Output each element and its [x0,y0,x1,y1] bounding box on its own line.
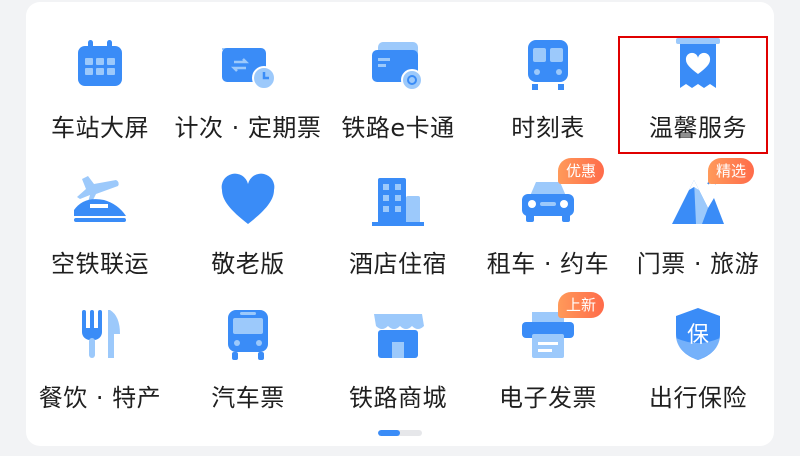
service-heart-bookmark[interactable]: 温馨服务 [624,2,772,142]
heart-bookmark-icon [666,34,730,94]
service-hotel-building[interactable]: 酒店住宿 [324,138,472,278]
service-mountain[interactable]: 精选 门票 · 旅游 [624,138,772,278]
page-indicator-active [378,430,400,436]
svg-text:保: 保 [687,323,709,348]
service-plane-train[interactable]: 空铁联运 [26,138,174,278]
hotel-building-icon [366,170,430,230]
service-invoice-printer[interactable]: 上新电子发票 [474,272,622,412]
service-bus[interactable]: 汽车票 [174,272,322,412]
shop-icon [366,304,430,364]
railcard-icon [366,34,430,94]
ticket-clock-icon [216,34,280,94]
promo-badge: 上新 [558,292,605,318]
service-shield-bao[interactable]: 保出行保险 [624,272,772,412]
page-indicator[interactable] [378,430,422,436]
train-front-icon [516,34,580,94]
service-calendar[interactable]: 车站大屏 [26,2,174,142]
service-label: 汽车票 [211,384,285,412]
service-fork-knife[interactable]: 餐饮 · 特产 [26,272,174,412]
shield-bao-icon: 保 [666,304,730,364]
service-shop[interactable]: 铁路商城 [324,272,472,412]
services-grid: 车站大屏 计次 · 定期票 铁路e卡通 时刻表 温馨服务空铁联运 敬老版 酒店住宿 优惠 租车 … [26,2,774,412]
mountain-icon: 精选 [666,158,755,230]
bus-icon [216,304,280,364]
service-train-front[interactable]: 时刻表 [474,2,622,142]
calendar-icon [68,34,132,94]
services-card: 车站大屏 计次 · 定期票 铁路e卡通 时刻表 温馨服务空铁联运 敬老版 酒店住宿 优惠 租车 … [26,2,774,446]
service-label: 电子发票 [499,384,597,412]
promo-badge: 精选 [708,158,755,184]
heart-icon [216,170,280,230]
plane-train-icon [68,170,132,230]
service-label: 铁路商城 [349,384,447,412]
service-ticket-clock[interactable]: 计次 · 定期票 [174,2,322,142]
invoice-printer-icon: 上新 [516,292,605,364]
car-icon: 优惠 [516,158,605,230]
promo-badge: 优惠 [558,158,605,184]
service-label: 餐饮 · 特产 [38,384,162,412]
fork-knife-icon [68,304,132,364]
service-car[interactable]: 优惠 租车 · 约车 [474,138,622,278]
service-label: 出行保险 [649,384,747,412]
service-railcard[interactable]: 铁路e卡通 [324,2,472,142]
service-heart[interactable]: 敬老版 [174,138,322,278]
